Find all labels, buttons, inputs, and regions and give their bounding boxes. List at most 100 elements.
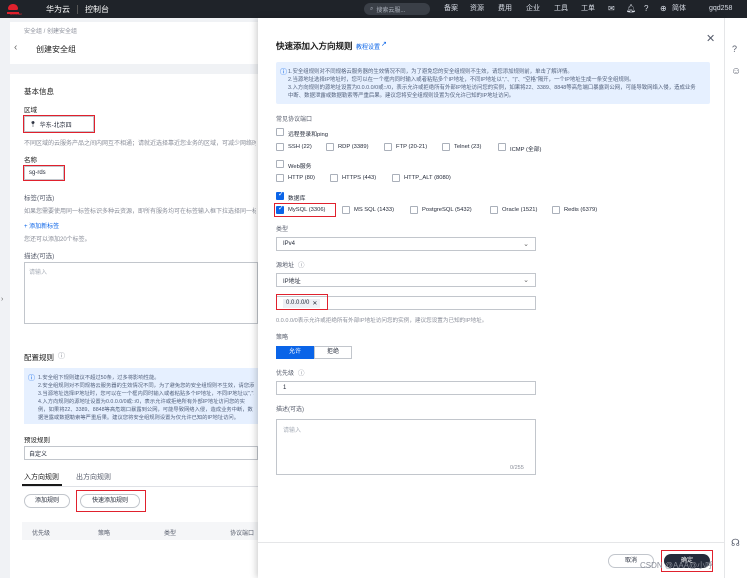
ftp-label: FTP (20-21) (396, 144, 428, 150)
nav-link-billing[interactable]: 费用 (498, 0, 512, 18)
headset-icon[interactable]: ☊ (731, 538, 740, 549)
back-arrow-icon[interactable]: ‹ (14, 42, 17, 53)
rules-table-header (22, 522, 258, 540)
nav-link-enterprise[interactable]: 企业 (526, 0, 540, 18)
priority-input[interactable]: 1 (276, 381, 536, 395)
remote-group-checkbox[interactable] (276, 128, 284, 136)
region-label: 区域 (24, 107, 37, 114)
description-textarea[interactable]: 请输入 (276, 419, 536, 475)
nav-link-tools[interactable]: 工具 (554, 0, 568, 18)
close-icon[interactable]: ✕ (706, 32, 715, 45)
language-switch[interactable]: 简体 (672, 0, 686, 18)
tab-outbound[interactable]: 出方向规则 (76, 472, 111, 482)
nav-link-filing[interactable]: 备案 (444, 0, 458, 18)
postgresql-label: PostgreSQL (5432) (422, 207, 472, 213)
globe-icon[interactable]: ⊕ (660, 0, 667, 18)
description-placeholder: 请输入 (283, 428, 302, 434)
postgresql-checkbox[interactable] (410, 206, 418, 214)
preset-rule-select[interactable]: 自定义 (24, 446, 258, 460)
policy-allow-button[interactable]: 允许 (276, 346, 314, 359)
database-group-label: 数据库 (288, 196, 306, 202)
source-hint: 0.0.0.0/0表示允许或拒绝所有外部IP地址访问您的实例，建议您设置为已知的… (276, 318, 488, 324)
chevron-down-icon: ⌄ (523, 277, 529, 284)
ssh-checkbox[interactable] (276, 143, 284, 151)
http-alt-label: HTTP_ALT (8080) (404, 175, 451, 181)
web-group-checkbox[interactable] (276, 160, 284, 168)
https-checkbox[interactable] (330, 174, 338, 182)
rules-info-line: 4.入方向规则的源地址设置为0.0.0.0/0或::/0，表示允许或拒绝所有外部… (38, 399, 253, 421)
dialog-info-line: 3.入方向规则的源地址设置为0.0.0.0/0或::/0，表示允许或拒绝所有外部… (288, 85, 696, 99)
help-circle-icon[interactable]: ? (732, 44, 737, 54)
nav-link-tickets[interactable]: 工单 (581, 0, 595, 18)
priority-value: 1 (283, 385, 287, 391)
add-tag-link[interactable]: + 添加新标签 (24, 221, 59, 230)
mail-icon[interactable]: ✉ (608, 0, 615, 18)
https-label: HTTPS (443) (342, 175, 377, 181)
bell-icon[interactable]: 🔔︎ (626, 0, 636, 18)
remote-group-label: 远程登录和ping (288, 132, 328, 138)
rdp-label: RDP (3389) (338, 144, 369, 150)
oracle-label: Oracle (1521) (502, 207, 538, 213)
dialog-info-line: 1.安全组规则对不同规格云服务器的生效情况不同，为了避免您的安全组规则不生效，请… (288, 69, 573, 75)
footer-divider (258, 542, 724, 543)
add-rule-button[interactable]: 添加规则 (24, 494, 70, 508)
chevron-down-icon: ⌄ (523, 241, 529, 248)
redis-checkbox[interactable] (552, 206, 560, 214)
ftp-checkbox[interactable] (384, 143, 392, 151)
tab-inbound[interactable]: 入方向规则 (24, 472, 59, 482)
dialog-info-line: 2.当源地址选择IP地址时，您可以在一个框内同时输入或者粘贴多个IP地址，不同I… (288, 77, 635, 83)
rdp-checkbox[interactable] (326, 143, 334, 151)
quick-add-inbound-rule-drawer: 快速添加入方向规则 教程设置 ↗ ✕ ⓘ 1.安全组规则对不同规格云服务器的生效… (258, 18, 724, 578)
user-menu[interactable]: gqd258 (709, 0, 732, 18)
type-select[interactable]: IPv4 ⌄ (276, 237, 536, 251)
dialog-title: 快速添加入方向规则 (276, 41, 353, 51)
question-circle-icon[interactable]: ⓘ (298, 259, 305, 269)
icmp-label: ICMP (全部) (510, 147, 542, 153)
search-placeholder: 搜索云服... (376, 7, 406, 14)
common-ports-label: 常见协议端口 (276, 117, 313, 123)
global-search-input[interactable]: ⌕ 搜索云服... (364, 3, 430, 15)
name-label: 名称 (24, 157, 37, 164)
huawei-logo[interactable]: HUAWEI (6, 0, 42, 18)
icmp-checkbox[interactable] (498, 143, 506, 151)
description-placeholder: 请输入 (29, 270, 48, 276)
telnet-checkbox[interactable] (442, 143, 450, 151)
watermark: CSDN @AAA@小呼 (640, 561, 714, 570)
smiley-feedback-icon[interactable]: ☺ (731, 66, 741, 77)
source-type-value: IP地址 (283, 278, 301, 285)
breadcrumb[interactable]: 安全组 / 创建安全组 (24, 26, 77, 35)
policy-deny-button[interactable]: 拒绝 (314, 346, 352, 359)
char-counter: 0/255 (510, 465, 524, 471)
basic-info-title: 基本信息 (24, 87, 54, 96)
highlight-box (276, 294, 328, 310)
source-type-select[interactable]: IP地址 ⌄ (276, 273, 536, 287)
brand-name[interactable]: 华为云 (46, 4, 70, 15)
highlight-box (274, 203, 336, 217)
tutorial-link[interactable]: 教程设置 (356, 42, 380, 51)
question-circle-icon[interactable]: ⓘ (298, 367, 305, 377)
oracle-checkbox[interactable] (490, 206, 498, 214)
tabs-divider (22, 486, 258, 487)
collapse-sidebar-icon[interactable]: › (1, 296, 3, 303)
http-checkbox[interactable] (276, 174, 284, 182)
info-icon: ⓘ (280, 69, 287, 76)
help-icon[interactable]: ? (644, 0, 648, 18)
priority-label: 优先级 (276, 371, 295, 377)
source-label: 源地址 (276, 263, 295, 269)
http-alt-checkbox[interactable] (392, 174, 400, 182)
mssql-checkbox[interactable] (342, 206, 350, 214)
tag-hint: 如果您需要使用同一标签标识多种云资源，即所有服务均可在标签输入框下拉选择同一标签… (24, 209, 256, 215)
console-link[interactable]: 控制台 (85, 4, 109, 15)
preset-rule-value: 自定义 (29, 451, 48, 458)
external-link-icon[interactable]: ↗ (381, 40, 387, 48)
database-group-checkbox[interactable] (276, 190, 284, 200)
type-label: 类型 (276, 227, 289, 233)
tag-label: 标签(可选) (24, 195, 55, 202)
nav-link-resources[interactable]: 资源 (470, 0, 484, 18)
info-circle-icon[interactable]: ⓘ (58, 351, 65, 361)
highlight-box (23, 115, 95, 133)
info-icon: ⓘ (28, 375, 35, 382)
description-textarea[interactable]: 请输入 (24, 262, 258, 324)
rules-info-line: 1.安全组下规则建议不超过50条，过多将影响性能。 (38, 375, 160, 381)
rules-info-text: 1.安全组下规则建议不超过50条，过多将影响性能。 2.安全组规则对不同规格云服… (38, 374, 254, 422)
